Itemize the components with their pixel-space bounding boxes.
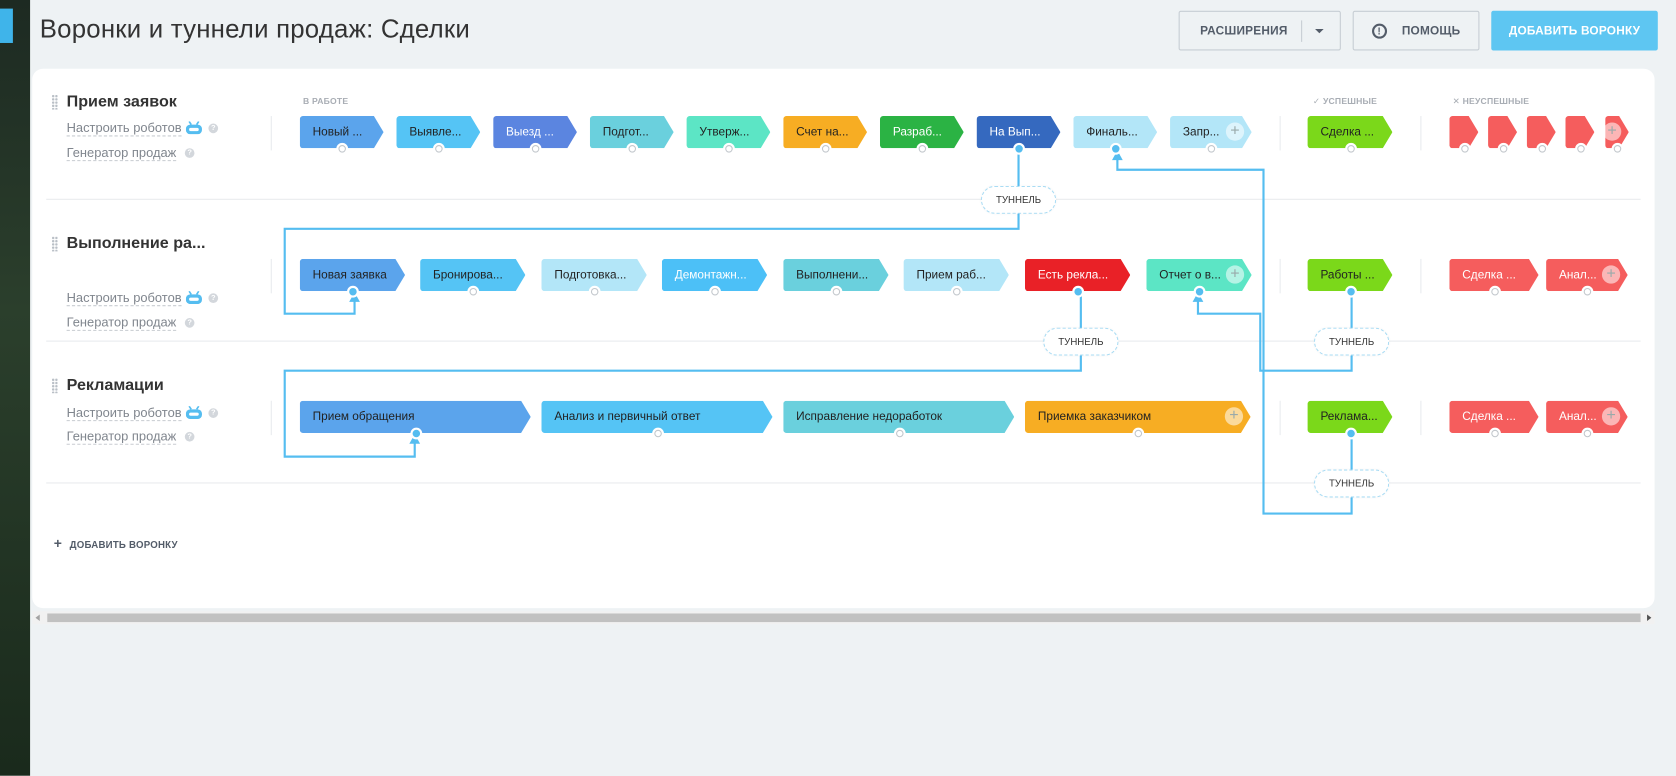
- add-stage-plus-icon[interactable]: +: [1601, 265, 1621, 284]
- stage-connector-dot[interactable]: [1458, 142, 1471, 155]
- stage-connector-dot[interactable]: [1535, 142, 1548, 155]
- tunnel-badge[interactable]: ТУННЕЛЬ: [1313, 327, 1390, 356]
- stage-connector-dot[interactable]: [1488, 427, 1501, 440]
- stage-connector-dot[interactable]: [709, 285, 721, 298]
- stage-connector-dot[interactable]: [347, 285, 359, 298]
- tunnel-badge[interactable]: ТУННЕЛЬ: [980, 185, 1057, 214]
- tunnel-line-1: [283, 150, 1020, 315]
- stage-connector-dot[interactable]: [1497, 142, 1509, 155]
- stage-connector-dot[interactable]: [1344, 285, 1357, 298]
- stage-connector-dot[interactable]: [1013, 142, 1025, 155]
- tunnel-badge[interactable]: ТУННЕЛЬ: [1313, 469, 1390, 498]
- stage-connector-dot[interactable]: [1132, 427, 1145, 440]
- tunnel-badge[interactable]: ТУННЕЛЬ: [1043, 327, 1119, 356]
- stage-connector-dot[interactable]: [1205, 142, 1218, 155]
- add-stage-plus-icon[interactable]: +: [1225, 265, 1245, 284]
- stage-connector-dot[interactable]: [467, 285, 480, 298]
- add-stage-plus-icon[interactable]: +: [1224, 407, 1244, 426]
- stage-connector-dot[interactable]: [830, 285, 843, 298]
- stage-connector-dot[interactable]: [1488, 285, 1501, 298]
- stage-connector-dot[interactable]: [1344, 142, 1357, 155]
- stage-connector-dot[interactable]: [1611, 142, 1624, 155]
- add-stage-plus-icon[interactable]: +: [1225, 122, 1245, 141]
- stage-connector-dot[interactable]: [409, 427, 422, 440]
- stage-connector-dot[interactable]: [893, 427, 906, 440]
- stage-connector-dot[interactable]: [529, 142, 542, 155]
- stage-connector-dot[interactable]: [1344, 427, 1357, 440]
- tunnel-connectors: [283, 150, 1353, 515]
- add-stage-plus-icon[interactable]: +: [1601, 407, 1621, 426]
- stage-connector-dot[interactable]: [950, 285, 963, 298]
- stage-connector-dot[interactable]: [588, 285, 601, 298]
- stage-connector-dot[interactable]: [1193, 285, 1206, 298]
- add-stage-plus-icon[interactable]: +: [1603, 122, 1622, 141]
- stage-connector-dot[interactable]: [916, 142, 929, 155]
- tunnel-line-2: [283, 292, 1082, 458]
- stage-connector-dot[interactable]: [723, 142, 735, 155]
- funnels-board: В РАБОТЕ ✓ УСПЕШНЫЕ ✕ НЕУСПЕШНЫЕ ТУННЕЛЬ…: [0, 0, 1676, 776]
- stage-connector-dot[interactable]: [1109, 142, 1122, 155]
- stage-connector-dot[interactable]: [1581, 285, 1594, 298]
- stage-connector-dot[interactable]: [1581, 427, 1594, 440]
- stage-connector-dot[interactable]: [336, 142, 349, 155]
- stage-connector-dot[interactable]: [651, 427, 664, 440]
- stage-connector-dot[interactable]: [432, 142, 445, 155]
- stage-connector-dot[interactable]: [819, 142, 832, 155]
- stage-connector-dot[interactable]: [1574, 142, 1587, 155]
- stage-connector-dot[interactable]: [1072, 285, 1085, 298]
- stage-connector-dot[interactable]: [626, 142, 639, 155]
